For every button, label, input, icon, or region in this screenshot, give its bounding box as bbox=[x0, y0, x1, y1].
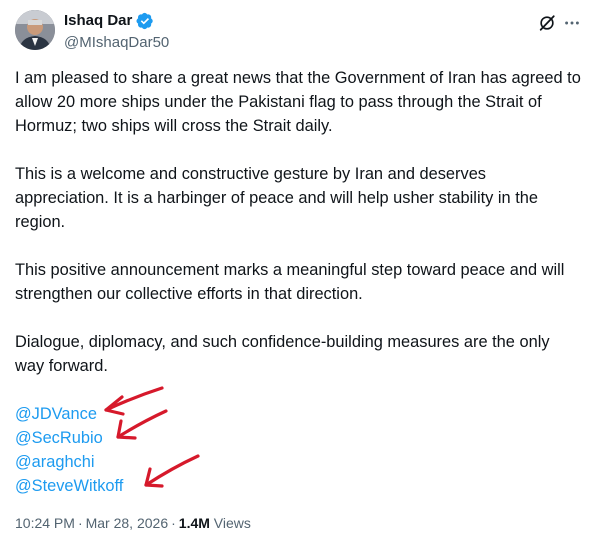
author-name-row: Ishaq Dar bbox=[64, 11, 169, 31]
avatar[interactable] bbox=[15, 10, 55, 50]
tweet-paragraph: Dialogue, diplomacy, and such confidence… bbox=[15, 333, 550, 375]
views-label: Views bbox=[213, 515, 251, 531]
tweet-text: I am pleased to share a great news that … bbox=[15, 66, 581, 402]
tweet-header: Ishaq Dar @MIshaqDar50 bbox=[15, 10, 581, 54]
meta-separator: · bbox=[77, 515, 83, 531]
mention-link[interactable]: @SecRubio bbox=[15, 426, 315, 450]
avatar-photo-icon bbox=[15, 10, 55, 50]
mentions-list: @JDVance @SecRubio @araghchi @SteveWitko… bbox=[15, 402, 315, 498]
display-name[interactable]: Ishaq Dar bbox=[64, 11, 132, 31]
tweet-date[interactable]: Mar 28, 2026 bbox=[86, 515, 169, 531]
tweet-paragraph: This is a welcome and constructive gestu… bbox=[15, 165, 538, 231]
mention-link[interactable]: @araghchi bbox=[15, 450, 315, 474]
tweet: Ishaq Dar @MIshaqDar50 I am pleased to s… bbox=[0, 0, 596, 536]
mention-link[interactable]: @SteveWitkoff bbox=[15, 474, 315, 498]
views-count: 1.4M bbox=[178, 515, 210, 531]
tweet-meta: 10:24 PM · Mar 28, 2026 · 1.4M Views bbox=[15, 513, 251, 533]
meta-separator: · bbox=[171, 515, 176, 531]
more-options-icon[interactable] bbox=[563, 14, 581, 32]
tweet-time[interactable]: 10:24 PM bbox=[15, 515, 75, 531]
author-handle[interactable]: @MIshaqDar50 bbox=[64, 33, 169, 53]
grok-icon[interactable] bbox=[538, 14, 556, 32]
mention-link[interactable]: @JDVance bbox=[15, 402, 315, 426]
tweet-paragraph: I am pleased to share a great news that … bbox=[15, 69, 581, 135]
verified-badge-icon bbox=[136, 12, 154, 30]
tweet-paragraph: This positive announcement marks a meani… bbox=[15, 261, 565, 303]
author-block: Ishaq Dar @MIshaqDar50 bbox=[64, 11, 169, 53]
